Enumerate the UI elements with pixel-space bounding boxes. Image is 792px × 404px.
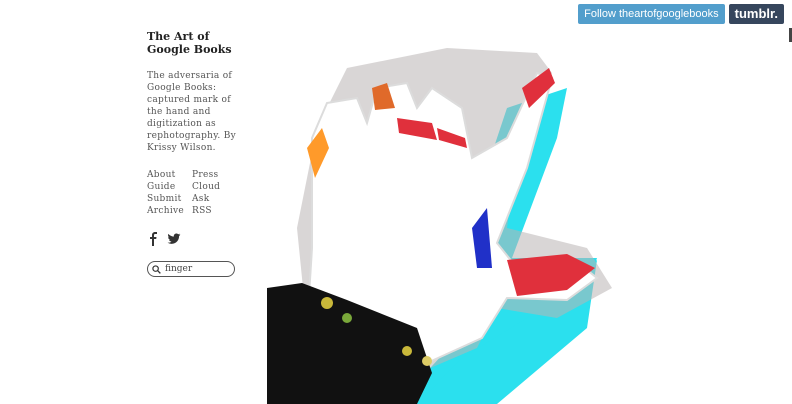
blog-description: The adversaria of Google Books: captured… bbox=[147, 71, 237, 153]
nav-guide[interactable]: Guide bbox=[147, 181, 192, 193]
post-image[interactable] bbox=[267, 28, 640, 404]
nav-about[interactable]: About bbox=[147, 169, 192, 181]
twitter-icon[interactable] bbox=[167, 231, 181, 245]
tumblr-logo-button[interactable]: tumblr. bbox=[728, 4, 784, 24]
nav-archive[interactable]: Archive bbox=[147, 205, 192, 217]
nav-submit[interactable]: Submit bbox=[147, 193, 192, 205]
follow-button[interactable]: Follow theartofgooglebooks bbox=[578, 4, 725, 24]
facebook-icon[interactable] bbox=[147, 231, 161, 246]
nav-press[interactable]: Press bbox=[192, 169, 237, 181]
search-box bbox=[147, 261, 235, 277]
tumblr-controls: Follow theartofgooglebooks tumblr. bbox=[578, 4, 784, 24]
social-links bbox=[147, 231, 247, 246]
search-icon bbox=[152, 264, 161, 274]
nav-cloud[interactable]: Cloud bbox=[192, 181, 237, 193]
nav-links: About Press Guide Cloud Submit Ask Archi… bbox=[147, 169, 247, 217]
sidebar: The Art of Google Books The adversaria o… bbox=[147, 30, 247, 277]
nav-ask[interactable]: Ask bbox=[192, 193, 237, 205]
blog-title[interactable]: The Art of Google Books bbox=[147, 30, 247, 56]
search-input[interactable] bbox=[165, 264, 231, 274]
nav-rss[interactable]: RSS bbox=[192, 205, 237, 217]
